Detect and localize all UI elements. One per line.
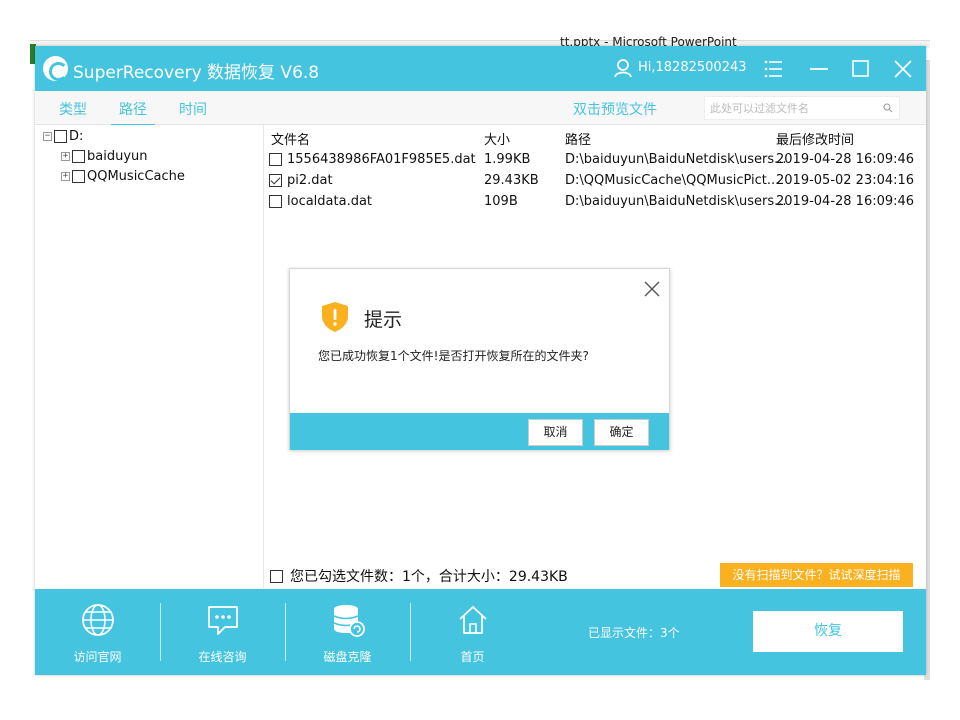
file-path: D:\baiduyun\BaiduNetdisk\users...	[565, 152, 787, 167]
file-modified: 2019-04-28 16:09:46	[776, 152, 915, 167]
chat-icon	[208, 606, 238, 635]
nav-home[interactable]: 首页	[410, 589, 535, 675]
column-header-path[interactable]: 路径	[565, 129, 591, 148]
nav-disk-clone[interactable]: 磁盘克隆	[285, 589, 410, 675]
tree-item-root[interactable]: − D:	[43, 129, 83, 144]
nav-label: 在线咨询	[198, 650, 247, 664]
deep-scan-button[interactable]: 没有扫描到文件？试试深度扫描	[720, 563, 913, 587]
close-icon[interactable]	[888, 54, 918, 84]
collapse-icon[interactable]: −	[43, 132, 52, 141]
dialog-title: 提示	[364, 309, 403, 331]
maximize-icon[interactable]	[845, 54, 875, 84]
dialog-message: 您已成功恢复1个文件!是否打开恢复所在的文件夹?	[318, 349, 589, 363]
tab-path[interactable]: 路径	[111, 99, 155, 126]
cancel-button[interactable]: 取消	[528, 419, 583, 446]
file-name: pi2.dat	[287, 173, 333, 188]
tree-item-label: QQMusicCache	[87, 169, 185, 184]
column-header-modified[interactable]: 最后修改时间	[776, 129, 854, 148]
file-name: 1556438986FA01F985E5.dat	[287, 152, 476, 167]
nav-label: 访问官网	[73, 650, 122, 664]
app-title: SuperRecovery 数据恢复 V6.8	[73, 63, 320, 83]
table-row[interactable]: localdata.dat 109B D:\baiduyun\BaiduNetd…	[265, 192, 926, 213]
file-modified: 2019-04-28 16:09:46	[776, 194, 915, 209]
globe-icon	[82, 604, 114, 636]
tree-checkbox[interactable]	[54, 130, 67, 143]
table-row[interactable]: 1556438986FA01F985E5.dat 1.99KB D:\baidu…	[265, 150, 926, 171]
table-row[interactable]: pi2.dat 29.43KB D:\QQMusicCache\QQMusicP…	[265, 171, 926, 192]
column-header-size[interactable]: 大小	[484, 129, 510, 148]
selection-bar: 您已勾选文件数：1个，合计大小：29.43KB 没有扫描到文件？试试深度扫描	[265, 561, 926, 589]
dialog-close-icon[interactable]	[642, 279, 662, 299]
shown-file-count: 已显示文件：3个	[588, 626, 680, 640]
tree-item-label: D:	[69, 129, 84, 144]
select-all-checkbox[interactable]	[270, 569, 283, 583]
success-dialog: 提示 您已成功恢复1个文件!是否打开恢复所在的文件夹? 取消 确定	[289, 268, 670, 450]
file-path: D:\baiduyun\BaiduNetdisk\users...	[565, 194, 787, 209]
home-icon	[459, 606, 487, 634]
disk-clone-icon	[333, 605, 365, 637]
tree-checkbox[interactable]	[72, 150, 85, 163]
expand-icon[interactable]: +	[61, 172, 70, 181]
bottom-bar: 访问官网 在线咨询 磁盘克隆 首页 已显示文件：3个 恢复	[35, 589, 926, 675]
file-modified: 2019-05-02 23:04:16	[776, 173, 915, 188]
nav-visit-website[interactable]: 访问官网	[35, 589, 160, 675]
column-header-name[interactable]: 文件名	[271, 129, 310, 148]
tab-type[interactable]: 类型	[59, 99, 87, 119]
recover-button[interactable]: 恢复	[753, 611, 903, 652]
minimize-icon[interactable]	[804, 54, 834, 84]
row-checkbox[interactable]	[269, 174, 282, 187]
row-checkbox[interactable]	[269, 195, 282, 208]
file-size: 29.43KB	[484, 173, 539, 188]
file-size: 109B	[484, 194, 518, 209]
filter-input[interactable]	[710, 100, 870, 116]
tree-item-baiduyun[interactable]: + baiduyun	[61, 149, 148, 164]
folder-tree: − D: + baiduyun + QQMusicCache	[35, 125, 264, 588]
user-name[interactable]: Hi,18282500243	[638, 60, 747, 75]
confirm-button[interactable]: 确定	[594, 419, 649, 446]
app-logo-icon	[43, 56, 68, 81]
file-path: D:\QQMusicCache\QQMusicPict...	[565, 173, 780, 188]
filter-box	[704, 96, 900, 120]
dialog-footer: 取消 确定	[290, 413, 669, 450]
tree-item-qqmusiccache[interactable]: + QQMusicCache	[61, 169, 185, 184]
tab-bar: 类型 路径 时间 双击预览文件	[35, 91, 926, 126]
nav-label: 首页	[460, 650, 485, 664]
preview-hint: 双击预览文件	[573, 102, 657, 118]
file-size: 1.99KB	[484, 152, 531, 167]
tree-checkbox[interactable]	[72, 170, 85, 183]
nav-online-chat[interactable]: 在线咨询	[160, 589, 285, 675]
search-icon[interactable]	[883, 103, 893, 113]
warning-shield-icon	[322, 302, 348, 332]
selection-summary: 您已勾选文件数：1个，合计大小：29.43KB	[290, 569, 568, 585]
tree-item-label: baiduyun	[87, 149, 148, 164]
nav-label: 磁盘克隆	[323, 650, 372, 664]
tab-time[interactable]: 时间	[179, 99, 207, 119]
file-name: localdata.dat	[287, 194, 373, 209]
title-bar: SuperRecovery 数据恢复 V6.8 Hi,18282500243	[35, 46, 926, 91]
menu-icon[interactable]	[758, 54, 788, 84]
row-checkbox[interactable]	[269, 153, 282, 166]
user-icon[interactable]	[613, 58, 633, 78]
expand-icon[interactable]: +	[61, 152, 70, 161]
